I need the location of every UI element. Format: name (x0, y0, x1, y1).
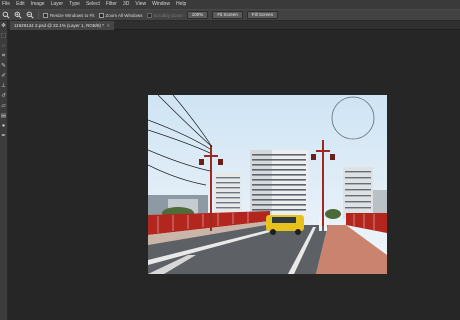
menu-bar: File Edit Image Layer Type Select Filter… (0, 0, 460, 9)
resize-windows-checkbox[interactable]: Resize Windows to Fit (43, 12, 95, 18)
eyedropper-tool-icon[interactable]: ✎ (1, 63, 7, 70)
document-canvas[interactable] (148, 95, 387, 274)
menu-image[interactable]: Image (31, 0, 45, 9)
zoom-in-icon[interactable] (14, 11, 22, 19)
fill-screen-button[interactable]: Fill Screen (246, 11, 279, 19)
menu-select[interactable]: Select (86, 0, 100, 9)
zoom-all-windows-label: Zoom All Windows (105, 12, 143, 18)
zoom-out-icon[interactable] (26, 11, 34, 19)
history-brush-icon[interactable]: ↺ (1, 93, 7, 100)
checkbox-box[interactable] (98, 12, 104, 18)
marquee-tool-icon[interactable]: ⬚ (1, 33, 7, 40)
fit-screen-button[interactable]: Fit Screen (212, 11, 243, 19)
options-separator (38, 11, 39, 19)
resize-windows-label: Resize Windows to Fit (50, 12, 95, 18)
dodge-tool-icon[interactable]: ● (1, 123, 7, 130)
close-icon[interactable]: × (107, 21, 110, 30)
document-tab-bar: 11929134 3.psd @ 22.1% (Layer 1, RGB/8) … (8, 21, 460, 30)
pen-tool-icon[interactable]: ✒ (1, 133, 7, 140)
scrubby-zoom-checkbox[interactable]: Scrubby Zoom (146, 12, 183, 18)
photo-image (148, 95, 387, 274)
checkbox-box[interactable] (146, 12, 152, 18)
options-bar: Resize Windows to Fit Zoom All Windows S… (0, 9, 460, 21)
gradient-tool-icon[interactable]: ▤ (1, 113, 7, 120)
menu-view[interactable]: View (135, 0, 146, 9)
crop-tool-icon[interactable]: ⌗ (1, 53, 7, 60)
menu-layer[interactable]: Layer (51, 0, 64, 9)
menu-edit[interactable]: Edit (16, 0, 25, 9)
scrubby-zoom-label: Scrubby Zoom (153, 12, 183, 18)
zoom-all-windows-checkbox[interactable]: Zoom All Windows (98, 12, 143, 18)
toolbox: ✥ ⬚ ◌ ⌗ ✎ ✐ ⊥ ↺ ▱ ▤ ● ✒ (0, 21, 8, 320)
document-tab[interactable]: 11929134 3.psd @ 22.1% (Layer 1, RGB/8) … (10, 21, 114, 30)
stamp-tool-icon[interactable]: ⊥ (1, 83, 7, 90)
menu-file[interactable]: File (2, 0, 10, 9)
menu-type[interactable]: Type (69, 0, 80, 9)
menu-filter[interactable]: Filter (106, 0, 117, 9)
eraser-tool-icon[interactable]: ▱ (1, 103, 7, 110)
zoom-tool-icon[interactable] (2, 11, 10, 19)
document-tab-title: 11929134 3.psd @ 22.1% (Layer 1, RGB/8) … (14, 23, 105, 28)
menu-help[interactable]: Help (176, 0, 186, 9)
menu-3d[interactable]: 3D (123, 0, 129, 9)
brush-tool-icon[interactable]: ✐ (1, 73, 7, 80)
checkbox-box[interactable] (43, 12, 48, 18)
menu-window[interactable]: Window (152, 0, 170, 9)
move-tool-icon[interactable]: ✥ (1, 23, 7, 30)
lasso-tool-icon[interactable]: ◌ (1, 43, 7, 50)
zoom-100-button[interactable]: 100% (186, 11, 209, 19)
